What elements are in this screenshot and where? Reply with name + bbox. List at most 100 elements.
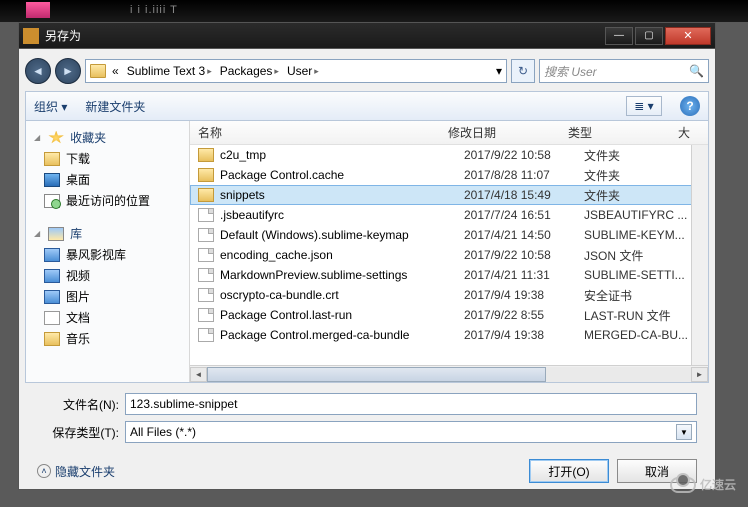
file-date: 2017/9/4 19:38 (464, 288, 584, 302)
file-type: 安全证书 (584, 287, 694, 304)
recent-icon (44, 194, 60, 208)
filename-field[interactable] (130, 397, 692, 411)
folder-icon (198, 188, 214, 202)
table-row[interactable]: Package Control.merged-ca-bundle2017/9/4… (190, 325, 708, 345)
scroll-left-icon[interactable]: ◄ (190, 367, 207, 382)
file-name: Default (Windows).sublime-keymap (220, 228, 464, 242)
sidebar-item-recent[interactable]: 最近访问的位置 (26, 190, 189, 211)
table-row[interactable]: encoding_cache.json2017/9/22 10:58JSON 文… (190, 245, 708, 265)
file-icon (198, 308, 214, 322)
file-date: 2017/4/21 11:31 (464, 268, 584, 282)
breadcrumb-item[interactable]: User ▸ (285, 64, 321, 78)
library-icon (48, 227, 64, 241)
table-row[interactable]: Default (Windows).sublime-keymap2017/4/2… (190, 225, 708, 245)
column-headers[interactable]: 名称 修改日期 类型 大 (190, 121, 708, 145)
breadcrumb-item[interactable]: Packages ▸ (218, 64, 281, 78)
col-type[interactable]: 类型 (568, 124, 678, 141)
table-row[interactable]: snippets2017/4/18 15:49文件夹 (190, 185, 708, 205)
app-icon (23, 28, 39, 44)
horizontal-scrollbar[interactable]: ◄ ► (190, 365, 708, 382)
vertical-scrollbar[interactable] (691, 145, 708, 365)
file-date: 2017/4/18 15:49 (464, 188, 584, 202)
nav-forward-button[interactable]: ► (55, 58, 81, 84)
file-name: c2u_tmp (220, 148, 464, 162)
star-icon (48, 131, 64, 145)
table-row[interactable]: Package Control.cache2017/8/28 11:07文件夹 (190, 165, 708, 185)
folder-icon (198, 168, 214, 182)
breadcrumb-item[interactable]: Sublime Text 3 ▸ (125, 64, 214, 78)
file-type: 文件夹 (584, 187, 694, 204)
sidebar-item-music[interactable]: 音乐 (26, 328, 189, 349)
file-icon (198, 268, 214, 282)
file-name: oscrypto-ca-bundle.crt (220, 288, 464, 302)
sidebar-libraries-head[interactable]: 库 (26, 223, 189, 244)
sidebar-item-videos[interactable]: 视频 (26, 265, 189, 286)
file-list-area: 名称 修改日期 类型 大 c2u_tmp2017/9/22 10:58文件夹Pa… (190, 121, 708, 382)
table-row[interactable]: Package Control.last-run2017/9/22 8:55LA… (190, 305, 708, 325)
scroll-thumb[interactable] (207, 367, 546, 382)
file-type: 文件夹 (584, 147, 694, 164)
folder-icon (90, 64, 106, 78)
sidebar-item-pictures[interactable]: 图片 (26, 286, 189, 307)
table-row[interactable]: oscrypto-ca-bundle.crt2017/9/4 19:38安全证书 (190, 285, 708, 305)
breadcrumb-overflow[interactable]: « (110, 64, 121, 78)
filetype-label: 保存类型(T): (37, 424, 119, 441)
address-bar[interactable]: « Sublime Text 3 ▸ Packages ▸ User ▸ ▾ (85, 59, 507, 83)
file-type: SUBLIME-SETTI... (584, 268, 694, 282)
watermark: 亿速云 (670, 476, 736, 493)
file-date: 2017/9/4 19:38 (464, 328, 584, 342)
hide-folders-toggle[interactable]: ˄ 隐藏文件夹 (37, 463, 115, 480)
file-name: MarkdownPreview.sublime-settings (220, 268, 464, 282)
file-date: 2017/4/21 14:50 (464, 228, 584, 242)
breadcrumb-dropdown-icon[interactable]: ▾ (496, 64, 502, 78)
col-name[interactable]: 名称 (198, 124, 448, 141)
file-date: 2017/9/22 8:55 (464, 308, 584, 322)
maximize-button[interactable] (635, 27, 663, 45)
organize-menu[interactable]: 组织 ▾ (34, 98, 67, 115)
file-icon (198, 248, 214, 262)
help-button[interactable]: ? (680, 96, 700, 116)
filename-input[interactable] (125, 393, 697, 415)
background-text: i i i.iiii T (130, 4, 178, 16)
file-type: SUBLIME-KEYM... (584, 228, 694, 242)
table-row[interactable]: c2u_tmp2017/9/22 10:58文件夹 (190, 145, 708, 165)
refresh-button[interactable]: ↻ (511, 59, 535, 83)
sidebar-item-desktop[interactable]: 桌面 (26, 169, 189, 190)
nav-back-button[interactable]: ◄ (25, 58, 51, 84)
new-folder-button[interactable]: 新建文件夹 (85, 98, 145, 115)
filename-label: 文件名(N): (37, 396, 119, 413)
col-modified[interactable]: 修改日期 (448, 124, 568, 141)
open-button[interactable]: 打开(O) (529, 459, 609, 483)
table-row[interactable]: .jsbeautifyrc2017/7/24 16:51JSBEAUTIFYRC… (190, 205, 708, 225)
folder-icon (44, 152, 60, 166)
sidebar-favorites-head[interactable]: 收藏夹 (26, 127, 189, 148)
music-icon (44, 332, 60, 346)
filetype-combo[interactable]: All Files (*.*) ▼ (125, 421, 697, 443)
search-input[interactable]: 搜索 User 🔍 (539, 59, 709, 83)
close-button[interactable] (665, 27, 711, 45)
save-as-dialog: 另存为 ◄ ► « Sublime Text 3 ▸ Packages ▸ Us… (18, 22, 716, 490)
file-type: LAST-RUN 文件 (584, 307, 694, 324)
scroll-right-icon[interactable]: ► (691, 367, 708, 382)
folder-icon (198, 148, 214, 162)
file-name: snippets (220, 188, 464, 202)
view-options-button[interactable]: ≣ ▾ (626, 96, 662, 116)
file-date: 2017/9/22 10:58 (464, 248, 584, 262)
file-date: 2017/9/22 10:58 (464, 148, 584, 162)
file-type: MERGED-CA-BU... (584, 328, 694, 342)
titlebar[interactable]: 另存为 (18, 22, 716, 48)
table-row[interactable]: MarkdownPreview.sublime-settings2017/4/2… (190, 265, 708, 285)
file-icon (198, 208, 214, 222)
toolbar: 组织 ▾ 新建文件夹 ≣ ▾ ? (25, 91, 709, 121)
sidebar-item-documents[interactable]: 文档 (26, 307, 189, 328)
file-date: 2017/8/28 11:07 (464, 168, 584, 182)
chevron-down-icon[interactable]: ▼ (676, 424, 692, 440)
col-size[interactable]: 大 (678, 124, 708, 141)
sidebar-item-downloads[interactable]: 下载 (26, 148, 189, 169)
sidebar-item-video-lib[interactable]: 暴风影视库 (26, 244, 189, 265)
minimize-button[interactable] (605, 27, 633, 45)
file-name: Package Control.last-run (220, 308, 464, 322)
file-type: JSBEAUTIFYRC ... (584, 208, 694, 222)
file-type: 文件夹 (584, 167, 694, 184)
file-icon (198, 288, 214, 302)
